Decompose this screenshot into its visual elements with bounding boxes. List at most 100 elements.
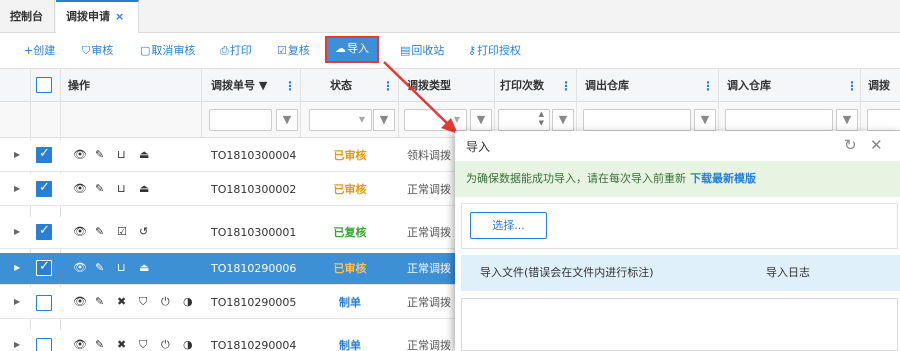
expand-icon[interactable]: ▶ [14,227,20,236]
inbox-icon[interactable]: ⏏ [139,182,161,195]
select-all-checkbox[interactable] [36,77,52,93]
square-icon: ▢ [140,44,151,57]
view-icon[interactable]: 👁 [73,338,95,351]
shield-icon[interactable]: ⛉ [139,295,161,309]
undo-icon[interactable]: ↺ [139,225,161,238]
filter-order-no-input[interactable] [209,109,272,131]
delete-icon[interactable]: ✖ [117,338,139,351]
row-actions: 👁 ✎ ⊔ ⏏ [73,148,161,164]
view-icon[interactable]: 👁 [73,148,95,161]
import-button-label: 导入 [347,42,369,55]
tab-transfer-request[interactable]: 调拨申请 × [56,0,139,34]
header-order-no[interactable]: 调拨单号 ▼ [211,69,267,102]
view-icon[interactable]: 👁 [73,261,95,274]
check-square-icon[interactable]: ☑ [117,225,139,238]
print-auth-button-label: 打印授权 [477,44,522,57]
filter-status-select[interactable]: ▼ [309,109,372,131]
column-menu-icon[interactable]: ⋮ [560,80,572,92]
power-icon[interactable]: ⏻ [161,295,183,309]
tab-import-log[interactable]: 导入日志 [766,255,810,291]
transfer-type: 正常调拨 [407,262,451,275]
recheck-button[interactable]: ☑复核 [277,41,310,61]
row-checkbox[interactable] [36,259,52,276]
expand-icon[interactable]: ▶ [14,263,20,272]
filter-print-count-stepper[interactable]: ▲ ▼ [498,109,550,131]
edit-icon[interactable]: ✎ [95,148,117,161]
filter-icon[interactable]: ▼ [836,109,858,131]
order-no: TO1810300002 [211,183,297,196]
edit-icon[interactable]: ✎ [95,295,117,308]
edit-icon[interactable]: ✎ [95,225,117,238]
filter-in-warehouse-input[interactable] [725,109,833,131]
half-circle-icon[interactable]: ◑ [183,338,205,351]
edit-icon[interactable]: ✎ [95,182,117,195]
column-divider [300,68,301,138]
filter-date-input[interactable] [867,109,900,131]
header-in-warehouse[interactable]: 调入仓库 [727,69,771,102]
square-icon[interactable]: ⊔ [117,182,139,195]
view-icon[interactable]: 👁 [73,225,95,238]
view-icon[interactable]: 👁 [73,295,95,308]
download-template-link[interactable]: 下载最新模版 [690,172,756,185]
order-no: TO1810290005 [211,296,297,309]
order-no: TO1810290006 [211,262,297,275]
row-checkbox[interactable] [36,223,52,240]
header-print-count[interactable]: 打印次数 [500,69,544,102]
print-auth-button[interactable]: ⚷打印授权 [468,41,521,61]
delete-icon[interactable]: ✖ [117,295,139,308]
expand-icon[interactable]: ▶ [14,184,20,193]
filter-icon[interactable]: ▼ [694,109,716,131]
transfer-type: 正常调拨 [407,183,451,196]
edit-icon[interactable]: ✎ [95,261,117,274]
row-actions: 👁 ✎ ☑ ↺ [73,225,161,241]
header-date[interactable]: 调拨日 [868,69,900,125]
recycle-bin-button[interactable]: ▤回收站 [400,41,444,61]
order-no: TO1810300004 [211,149,297,162]
column-menu-icon[interactable]: ⋮ [846,80,858,92]
approve-button[interactable]: ⛉审核 [82,41,113,61]
tab-import-file[interactable]: 导入文件(错误会在文件内进行标注) [480,255,654,291]
filter-icon[interactable]: ▼ [373,109,395,131]
print-button[interactable]: ⎙打印 [220,41,252,61]
tab-console[interactable]: 控制台 [0,0,55,33]
import-button[interactable]: ☁导入 [325,36,379,63]
header-type[interactable]: 调拨类型 [407,69,451,102]
header-out-warehouse[interactable]: 调出仓库 [585,69,629,102]
print-icon: ⎙ [220,44,229,57]
expand-icon[interactable]: ▶ [14,297,20,306]
cancel-approve-button[interactable]: ▢取消审核 [140,41,195,61]
check-square-icon: ☑ [277,44,287,57]
filter-type-select[interactable]: ▼ [404,109,467,131]
create-button[interactable]: +创建 [24,41,55,61]
row-checkbox[interactable] [36,338,52,351]
header-status[interactable]: 状态 [330,69,352,102]
filter-icon[interactable]: ▼ [552,109,574,131]
row-checkbox[interactable] [36,146,52,163]
half-circle-icon[interactable]: ◑ [183,295,205,308]
select-file-button[interactable]: 选择... [470,212,547,239]
expand-icon[interactable]: ▶ [14,340,20,349]
column-menu-icon[interactable]: ⋮ [702,80,714,92]
shield-icon[interactable]: ⛉ [139,338,161,351]
close-icon[interactable]: ✕ [870,136,883,154]
square-icon[interactable]: ⊔ [117,261,139,274]
column-menu-icon[interactable]: ⋮ [284,80,296,92]
column-menu-icon[interactable]: ⋮ [382,80,394,92]
edit-icon[interactable]: ✎ [95,338,117,351]
square-icon[interactable]: ⊔ [117,148,139,161]
row-checkbox[interactable] [36,295,52,311]
filter-out-warehouse-input[interactable] [583,109,691,131]
inbox-icon[interactable]: ⏏ [139,148,161,161]
inbox-icon[interactable]: ⏏ [139,261,161,274]
close-icon[interactable]: × [115,10,124,23]
power-icon[interactable]: ⏻ [161,338,183,351]
refresh-icon[interactable]: ↻ [844,136,857,154]
view-icon[interactable]: 👁 [73,182,95,195]
expand-icon[interactable]: ▶ [14,150,20,159]
tab-console-label: 控制台 [10,10,43,23]
row-checkbox[interactable] [36,180,52,197]
column-divider [860,68,861,138]
header-operation: 操作 [68,79,90,92]
filter-icon[interactable]: ▼ [470,109,492,131]
filter-icon[interactable]: ▼ [276,109,298,131]
